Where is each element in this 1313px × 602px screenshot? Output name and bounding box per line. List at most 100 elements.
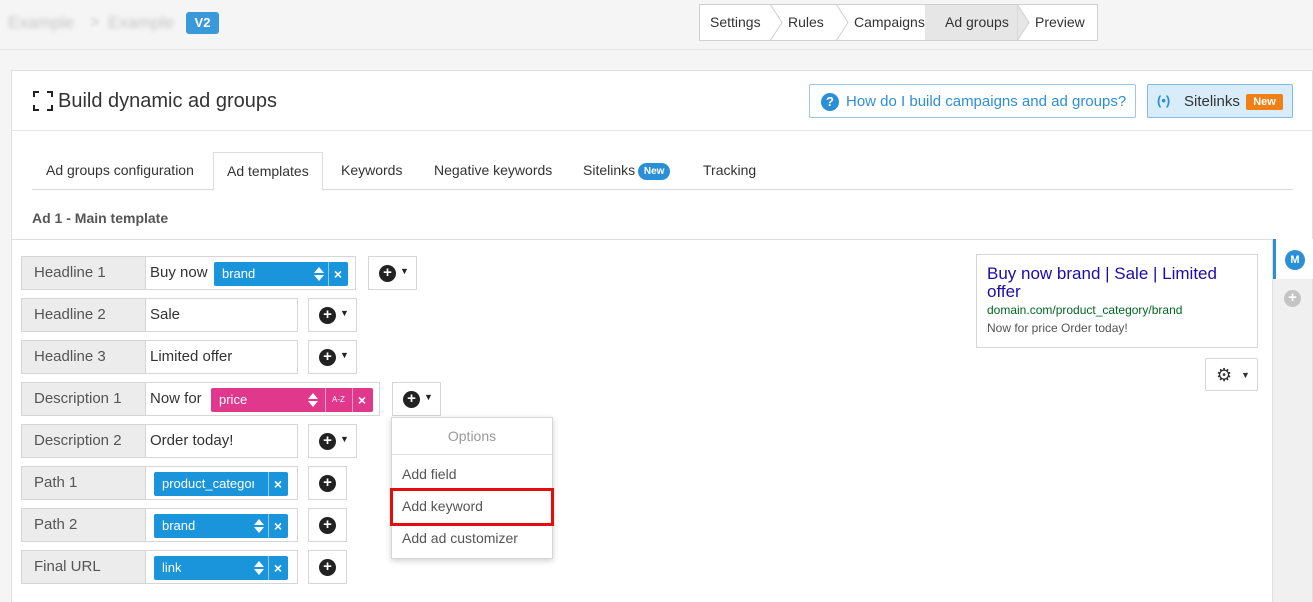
add-element-button[interactable]: + [308,550,347,584]
page-title: Build dynamic ad groups [58,90,278,112]
preview-headline[interactable]: Buy now brand | Sale | Limited offer [987,265,1249,301]
add-element-button[interactable]: + [308,466,347,500]
tag-label: price [219,392,248,407]
tag-label: brand [222,266,256,281]
step-campaigns[interactable]: Campaigns [836,4,938,41]
sort-icon[interactable] [308,393,318,407]
divider [12,239,1312,240]
field-input[interactable]: link × [146,550,298,584]
caret-down-icon: ▼ [1241,370,1250,380]
help-button-label: How do I build campaigns and ad groups? [846,93,1127,110]
field-label: Description 1 [21,382,146,416]
tab-keywords[interactable]: Keywords [341,152,402,190]
step-rules[interactable]: Rules [770,4,849,41]
menu-divider [392,454,552,455]
template-sidebar: M + [1272,239,1313,602]
breadcrumb-separator: > [90,14,100,31]
breadcrumb-project[interactable]: Example [108,13,174,33]
template-m-tab[interactable]: M [1273,239,1313,279]
sitelinks-button[interactable]: (•) Sitelinks New [1147,84,1293,118]
plus-circle-icon: + [319,475,336,492]
field-label: Headline 2 [21,298,146,332]
add-element-button[interactable]: + ▼ [308,298,357,332]
new-badge: New [1246,94,1283,110]
add-template-icon[interactable]: + [1284,290,1301,307]
plus-circle-icon: + [319,433,336,450]
field-label: Final URL [21,550,146,584]
version-badge: V2 [186,12,219,34]
field-input[interactable]: Now for price A-Z × [146,382,380,416]
field-tag[interactable]: price A-Z × [211,388,373,412]
menu-header: Options [447,428,497,444]
plus-circle-icon: + [379,265,396,282]
remove-tag-icon[interactable]: × [268,472,287,496]
plus-circle-icon: + [403,391,420,408]
menu-item-add-ad-customizer[interactable]: Add ad customizer [402,530,518,546]
step-ad-groups[interactable]: Ad groups [925,4,1030,41]
tab-ad-groups-configuration[interactable]: Ad groups configuration [46,152,194,190]
highlight-box [390,488,554,526]
field-label: Headline 1 [21,256,146,290]
sort-az-icon[interactable]: A-Z [325,388,351,412]
plus-circle-icon: + [319,517,336,534]
plus-circle-icon: + [319,559,336,576]
panel-header: Build dynamic ad groups ? How do I build… [12,71,1312,131]
remove-tag-icon[interactable]: × [352,388,371,412]
menu-item-add-field[interactable]: Add field [402,466,456,482]
field-tag[interactable]: link × [154,556,288,580]
field-input[interactable]: brand × [146,508,298,542]
step-preview[interactable]: Preview [1017,5,1097,40]
caret-down-icon: ▼ [400,266,409,276]
ad-preview: Buy now brand | Sale | Limited offer dom… [976,254,1258,348]
sort-icon[interactable] [254,519,264,533]
tag-label: link [162,560,182,575]
field-tag[interactable]: brand × [214,262,348,286]
preview-description: Now for price Order today! [987,321,1128,335]
caret-down-icon: ▼ [340,434,349,444]
field-input[interactable]: Buy now brand × [146,256,356,290]
tab-sitelinks[interactable]: Sitelinks New [583,152,671,190]
caret-down-icon: ▼ [424,392,433,402]
field-input[interactable]: Sale [146,298,298,332]
caret-down-icon: ▼ [340,308,349,318]
tab-tracking[interactable]: Tracking [703,152,756,190]
field-tag[interactable]: product_category × [154,472,288,496]
new-badge: New [638,163,671,180]
breadcrumb-account[interactable]: Example [8,13,74,33]
sitelinks-button-label: Sitelinks [1184,93,1240,110]
add-element-button[interactable]: + [308,508,347,542]
gear-icon: ⚙ [1216,365,1233,385]
field-label: Path 2 [21,508,146,542]
sort-icon[interactable] [314,267,324,281]
remove-tag-icon[interactable]: × [328,262,347,286]
field-tag[interactable]: brand × [154,514,288,538]
settings-button[interactable]: ⚙ ▼ [1205,358,1258,391]
step-settings[interactable]: Settings [700,4,783,41]
field-label: Headline 3 [21,340,146,374]
add-element-button[interactable]: + ▼ [368,256,417,290]
wizard-steps: Settings Rules Campaigns Ad groups Previ… [699,4,1098,41]
question-icon: ? [821,93,839,111]
field-input[interactable]: Limited offer [146,340,298,374]
tab-ad-templates[interactable]: Ad templates [213,152,323,191]
tab-bar: Ad groups configuration Ad templates Key… [32,152,1293,191]
tab-negative-keywords[interactable]: Negative keywords [434,152,552,190]
help-button[interactable]: ? How do I build campaigns and ad groups… [809,84,1136,118]
caret-down-icon: ▼ [340,350,349,360]
plus-circle-icon: + [319,349,336,366]
options-dropdown: Options Add field Add keyword Add ad cus… [390,417,554,559]
field-input[interactable]: product_category × [146,466,298,500]
sort-icon[interactable] [254,561,264,575]
top-bar: Example > Example V2 Settings Rules Camp… [0,0,1313,50]
section-title: Ad 1 - Main template [32,210,169,226]
field-input[interactable]: Order today! [146,424,298,458]
add-element-button[interactable]: + ▼ [392,382,441,416]
field-label: Description 2 [21,424,146,458]
tag-label: brand [162,518,196,533]
expand-icon [33,91,53,111]
add-element-button[interactable]: + ▼ [308,424,357,458]
plus-circle-icon: + [319,307,336,324]
add-element-button[interactable]: + ▼ [308,340,357,374]
remove-tag-icon[interactable]: × [268,514,287,538]
remove-tag-icon[interactable]: × [268,556,287,580]
